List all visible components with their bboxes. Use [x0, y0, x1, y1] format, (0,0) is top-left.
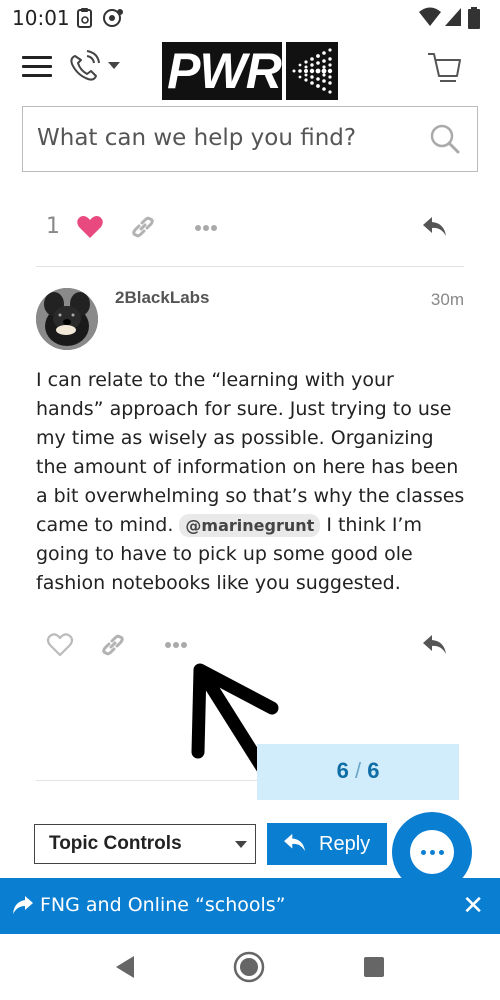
back-icon[interactable] [114, 955, 136, 979]
search-bar[interactable]: What can we help you find? [22, 106, 478, 172]
post-divider [36, 266, 464, 267]
phone-menu[interactable] [66, 50, 126, 84]
cart-icon[interactable] [424, 48, 464, 88]
progress-total: 6 [367, 758, 380, 783]
search-icon[interactable] [429, 123, 461, 155]
cell-signal-icon [445, 8, 461, 26]
progress-current: 6 [336, 758, 349, 783]
link-icon[interactable] [100, 632, 126, 658]
chevron-down-icon [235, 841, 247, 848]
reply-arrow-icon[interactable] [422, 634, 448, 656]
previous-post-actions: 1 [36, 206, 464, 248]
post-progress-indicator[interactable]: 6 / 6 [257, 744, 459, 800]
more-options-icon[interactable] [164, 641, 188, 649]
reply-button[interactable]: Reply [267, 823, 387, 865]
pwr-logo[interactable]: PWR [162, 42, 338, 100]
reply-arrow-icon [284, 833, 305, 852]
site-header: PWR [0, 36, 500, 104]
black-lab-avatar-image [36, 288, 98, 350]
chevron-down-icon [108, 62, 120, 69]
like-count: 1 [46, 214, 60, 239]
logo-text: PWR [167, 43, 282, 99]
post-username[interactable]: 2BlackLabs [115, 288, 210, 308]
phone-icon [70, 50, 100, 81]
post-text-part-1: I can relate to the “learning with your … [36, 369, 465, 536]
search-input[interactable]: What can we help you find? [37, 125, 356, 151]
status-bar: 10:01 [0, 0, 500, 36]
reply-button-label: Reply [319, 833, 371, 855]
topic-controls-label: Topic Controls [49, 833, 182, 854]
topic-controls-select[interactable]: Topic Controls [34, 824, 256, 864]
status-time: 10:01 [12, 6, 70, 30]
post-time[interactable]: 30m [431, 290, 464, 310]
logo-dots-icon [292, 48, 333, 94]
heart-filled-icon[interactable] [76, 214, 104, 240]
close-icon[interactable]: ✕ [462, 890, 484, 921]
user-mention[interactable]: @marinegrunt [179, 514, 321, 537]
post-body: I can relate to the “learning with your … [36, 366, 466, 598]
topic-banner[interactable]: FNG and Online “schools” ✕ [0, 878, 500, 934]
android-nav-bar [0, 934, 500, 1000]
progress-separator: / [354, 758, 362, 783]
recents-icon[interactable] [363, 956, 385, 978]
topic-title: FNG and Online “schools” [40, 894, 286, 916]
progress-text: 6 / 6 [257, 758, 459, 784]
share-arrow-icon [13, 896, 33, 914]
timeline-divider [36, 780, 258, 781]
logo-divider [282, 42, 286, 100]
battery-icon [468, 7, 480, 29]
chat-bubble-icon [410, 830, 454, 874]
wifi-icon [419, 7, 441, 26]
more-options-icon[interactable] [194, 224, 218, 232]
avatar[interactable] [36, 288, 98, 350]
home-icon[interactable] [233, 951, 265, 983]
heart-outline-icon[interactable] [46, 632, 74, 658]
hamburger-icon[interactable] [22, 56, 52, 78]
clipboard-sync-icon [77, 8, 92, 28]
record-icon [103, 9, 123, 27]
reply-arrow-icon[interactable] [422, 216, 448, 238]
link-icon[interactable] [130, 214, 156, 240]
